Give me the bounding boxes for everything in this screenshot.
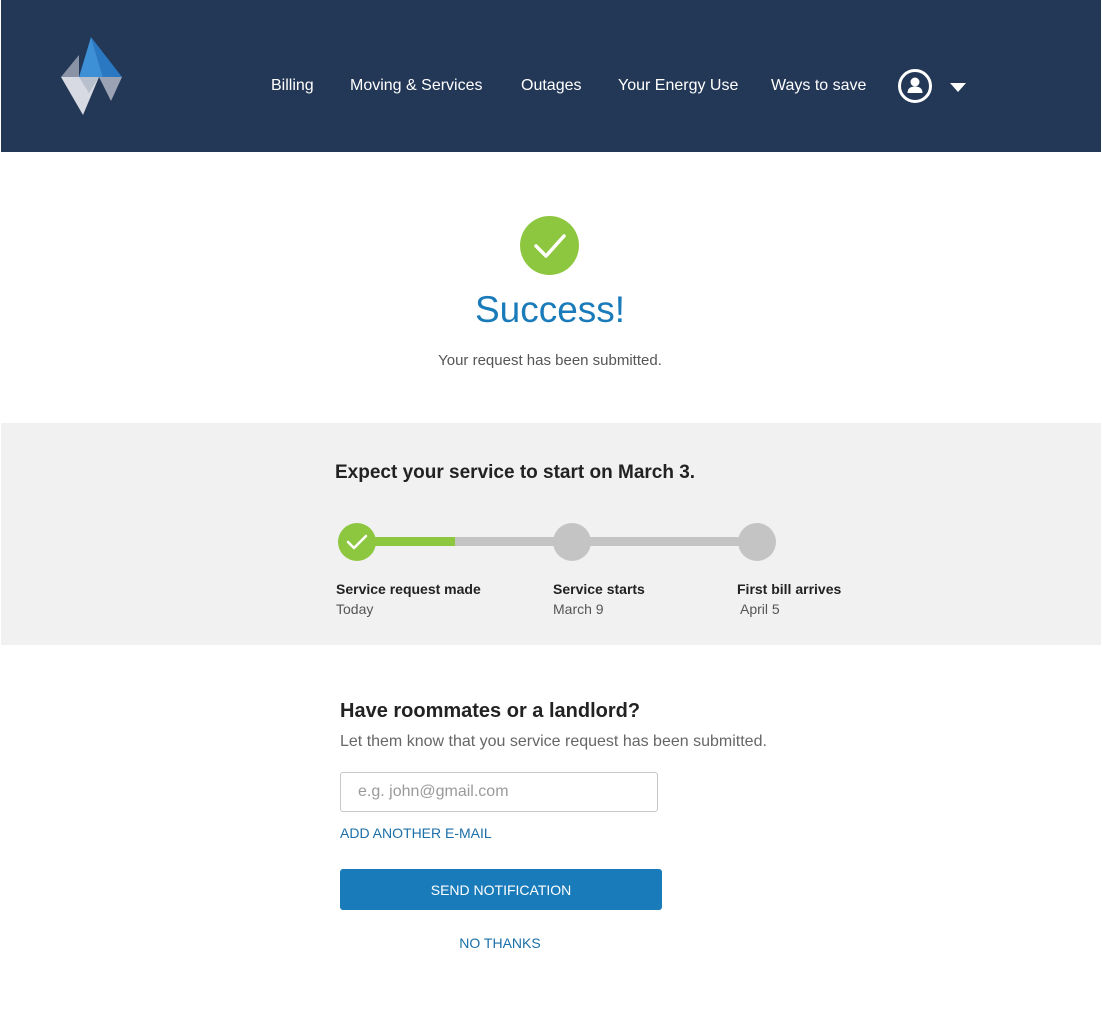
nav-ways-to-save[interactable]: Ways to save	[771, 76, 866, 96]
account-menu[interactable]	[898, 69, 970, 103]
step-3-label: First bill arrives	[737, 581, 842, 597]
site-header: Billing Moving & Services Outages Your E…	[1, 0, 1101, 152]
timeline-heading: Expect your service to start on March 3.	[335, 462, 696, 483]
no-thanks-link[interactable]: NO THANKS	[340, 934, 660, 952]
success-section: Success! Your request has been submitted…	[0, 152, 1102, 423]
step-2-date: March 9	[553, 601, 604, 617]
email-field[interactable]	[340, 772, 658, 812]
success-subtitle: Your request has been submitted.	[438, 352, 662, 369]
nav-billing[interactable]: Billing	[271, 76, 314, 96]
nav-outages[interactable]: Outages	[521, 76, 581, 96]
nav-your-energy-use[interactable]: Your Energy Use	[618, 76, 738, 96]
step-2-label: Service starts	[553, 581, 645, 597]
add-another-email-link[interactable]: ADD ANOTHER E-MAIL	[340, 824, 492, 842]
success-title: Success!	[474, 289, 626, 330]
caret-down-icon	[950, 83, 966, 92]
step-1-check-icon	[338, 523, 376, 561]
step-1-label: Service request made	[336, 581, 481, 597]
send-notification-button[interactable]: SEND NOTIFICATION	[340, 869, 662, 910]
check-circle-icon	[520, 216, 579, 275]
step-1-date: Today	[336, 601, 374, 617]
nav-moving-services[interactable]: Moving & Services	[350, 76, 483, 96]
user-circle-icon	[898, 69, 932, 103]
step-2-dot	[553, 523, 591, 561]
diamond-logo-icon[interactable]	[59, 35, 123, 117]
notify-subtitle: Let them know that you service request h…	[340, 733, 767, 750]
step-3-date: April 5	[740, 601, 780, 617]
notify-heading: Have roommates or a landlord?	[340, 700, 641, 722]
service-timeline: Expect your service to start on March 3.…	[1, 423, 1101, 645]
step-3-dot	[738, 523, 776, 561]
notify-section: Have roommates or a landlord? Let them k…	[0, 645, 1102, 1013]
